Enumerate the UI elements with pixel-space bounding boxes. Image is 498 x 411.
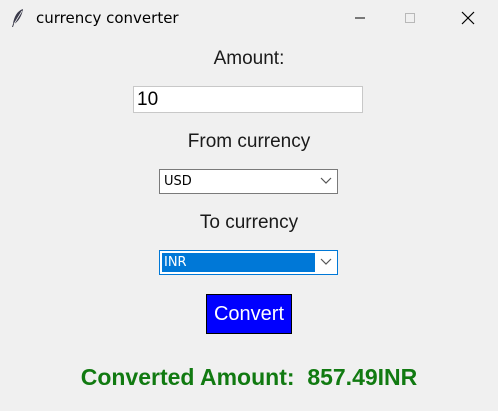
from-currency-value: USD <box>164 174 192 189</box>
title-bar: currency converter <box>0 0 498 36</box>
to-currency-label: To currency <box>199 212 299 233</box>
to-currency-select[interactable]: INR <box>159 250 338 275</box>
convert-button[interactable]: Convert <box>206 294 292 334</box>
to-currency-value: INR <box>162 253 315 272</box>
maximize-button[interactable] <box>387 0 433 36</box>
window-title: currency converter <box>36 9 179 27</box>
from-currency-label: From currency <box>187 131 311 152</box>
maximize-icon <box>405 13 415 23</box>
amount-label: Amount: <box>213 48 285 69</box>
feather-icon <box>12 9 23 27</box>
minimize-button[interactable] <box>337 0 383 36</box>
amount-input[interactable] <box>133 86 363 113</box>
converted-amount-value: 857.49INR <box>307 364 418 390</box>
close-icon <box>461 11 475 25</box>
converted-amount-text: Converted Amount: 857.49INR <box>0 364 498 391</box>
close-button[interactable] <box>445 0 491 36</box>
from-currency-select[interactable]: USD <box>159 169 338 194</box>
chevron-down-icon <box>320 177 332 184</box>
chevron-down-icon <box>320 258 332 265</box>
minimize-icon <box>355 17 365 19</box>
converted-amount-label: Converted Amount: <box>80 364 295 390</box>
